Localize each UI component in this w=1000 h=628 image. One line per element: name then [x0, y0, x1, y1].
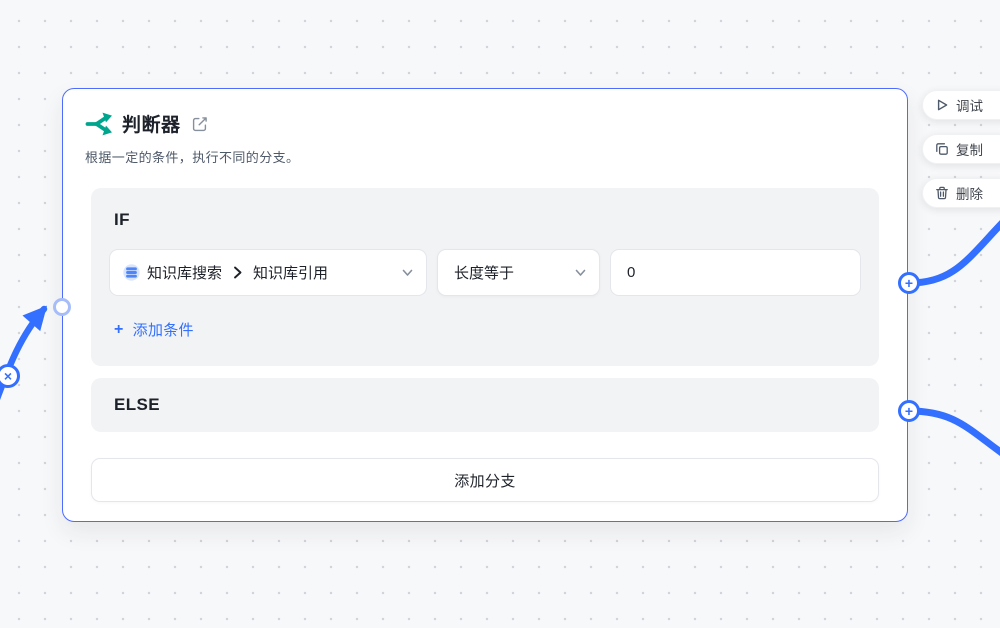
workflow-canvas[interactable]: { "node": { "title": "判断器", "description…: [0, 0, 1000, 628]
chevron-down-icon: [401, 266, 414, 279]
add-branch-button[interactable]: 添加分支: [91, 458, 879, 502]
copy-icon: [935, 142, 949, 156]
copy-button[interactable]: 复制: [922, 134, 1000, 164]
add-branch-label: 添加分支: [454, 470, 516, 491]
if-branch-card: IF 知识库搜索 知识库引用: [91, 188, 879, 366]
value-input[interactable]: [610, 249, 861, 296]
input-port[interactable]: [53, 298, 71, 316]
add-condition-button[interactable]: + 添加条件: [114, 319, 194, 340]
add-condition-label: 添加条件: [133, 319, 194, 340]
debug-button[interactable]: 调试: [922, 90, 1000, 120]
if-label: IF: [114, 210, 861, 230]
copy-label: 复制: [956, 139, 983, 159]
variable-source: 知识库搜索: [147, 262, 222, 283]
condition-row: 知识库搜索 知识库引用 长度等于: [109, 249, 861, 296]
edge-if-outgoing: [909, 219, 1000, 283]
node-title: 判断器: [122, 110, 181, 137]
variable-field: 知识库引用: [253, 262, 328, 283]
operator-value: 长度等于: [454, 262, 514, 283]
edit-title-icon[interactable]: [192, 116, 208, 132]
else-label: ELSE: [114, 395, 160, 415]
plus-icon: +: [905, 276, 913, 290]
delete-label: 删除: [956, 183, 983, 203]
knowledge-base-icon: [123, 264, 140, 281]
else-branch-card: ELSE: [91, 378, 879, 432]
condition-node[interactable]: 判断器 根据一定的条件，执行不同的分支。 IF: [62, 88, 908, 522]
chevron-down-icon: [574, 266, 587, 279]
if-output-port[interactable]: +: [898, 272, 920, 294]
debug-label: 调试: [956, 95, 983, 115]
else-output-port[interactable]: +: [898, 400, 920, 422]
branch-split-icon: [85, 111, 113, 137]
delete-button[interactable]: 删除: [922, 178, 1000, 208]
plus-icon: +: [114, 322, 124, 338]
variable-select[interactable]: 知识库搜索 知识库引用: [109, 249, 427, 296]
node-description: 根据一定的条件，执行不同的分支。: [85, 147, 885, 166]
trash-icon: [935, 186, 949, 200]
operator-select[interactable]: 长度等于: [437, 249, 600, 296]
node-header: 判断器 根据一定的条件，执行不同的分支。: [63, 89, 907, 166]
close-icon: ×: [4, 369, 12, 383]
play-icon: [935, 98, 949, 112]
edge-else-outgoing: [909, 411, 1000, 456]
chevron-right-icon: [231, 266, 244, 279]
plus-icon: +: [905, 404, 913, 418]
